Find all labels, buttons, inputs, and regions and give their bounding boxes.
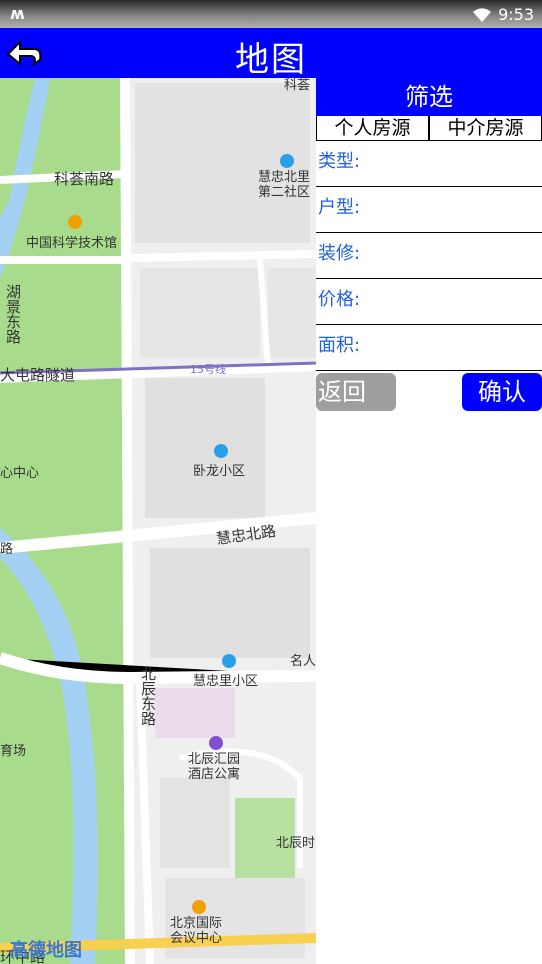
community-poi-icon (222, 654, 236, 668)
map-label: 慧忠北里 第二社区 (258, 170, 311, 200)
map-label: 育场 (0, 744, 27, 759)
tab-agency[interactable]: 中介房源 (430, 116, 541, 140)
map-label: 科荟 (284, 78, 311, 93)
community-poi-icon (214, 444, 228, 458)
app-bar: 地图 (0, 28, 542, 80)
button-row: 返回 确认 (316, 371, 542, 417)
status-right: 9:53 (472, 5, 534, 24)
museum-poi-icon (68, 215, 82, 229)
map-label: 北辰时 (276, 836, 316, 851)
m-logo-icon: ʍ (10, 4, 25, 23)
map-label: 北京国际 会议中心 (170, 916, 223, 946)
map-label: 大屯路隧道 (0, 366, 76, 384)
map-label: 慧忠里小区 (193, 674, 259, 689)
map-label: 北辰东路 (139, 666, 157, 726)
filter-panel: 筛选 个人房源 中介房源 类型: 户型: 装修: 价格: 面积: 返回 确认 (316, 78, 542, 964)
filter-decoration[interactable]: 装修: (316, 233, 542, 279)
amap-logo: 高德地图 (10, 940, 82, 961)
map-label: 中国科学技术馆 (26, 236, 118, 251)
tab-personal[interactable]: 个人房源 (317, 116, 430, 140)
wifi-icon (473, 7, 492, 22)
map-view[interactable]: 科荟 科荟南路 慧忠北里 第二社区 中国科学技术馆 湖景东路 大屯路隧道 15号… (0, 78, 316, 964)
filter-type[interactable]: 类型: (316, 141, 542, 187)
map-label: 北辰汇园 酒店公寓 (188, 752, 241, 782)
map-label: 科荟南路 (54, 170, 115, 188)
source-tabs: 个人房源 中介房源 (316, 116, 542, 141)
map-label: 名人 (290, 654, 316, 669)
map-label: 卧龙小区 (193, 464, 246, 479)
filter-title: 筛选 (316, 78, 542, 116)
page-title: 地图 (235, 40, 307, 80)
back-button[interactable]: 返回 (316, 373, 396, 411)
confirm-button[interactable]: 确认 (462, 373, 542, 411)
map-label: 湖景东路 (4, 284, 22, 344)
filter-price[interactable]: 价格: (316, 279, 542, 325)
map-label: 路 (0, 542, 14, 557)
community-poi-icon (280, 154, 294, 168)
hotel-poi-icon (209, 736, 223, 750)
conference-poi-icon (192, 900, 206, 914)
filter-area[interactable]: 面积: (316, 325, 542, 371)
map-label: 心中心 (0, 466, 40, 481)
filter-layout[interactable]: 户型: (316, 187, 542, 233)
status-time: 9:53 (498, 5, 534, 24)
map-label: 15号线 (190, 363, 226, 376)
status-bar: ʍ 9:53 (0, 0, 542, 28)
